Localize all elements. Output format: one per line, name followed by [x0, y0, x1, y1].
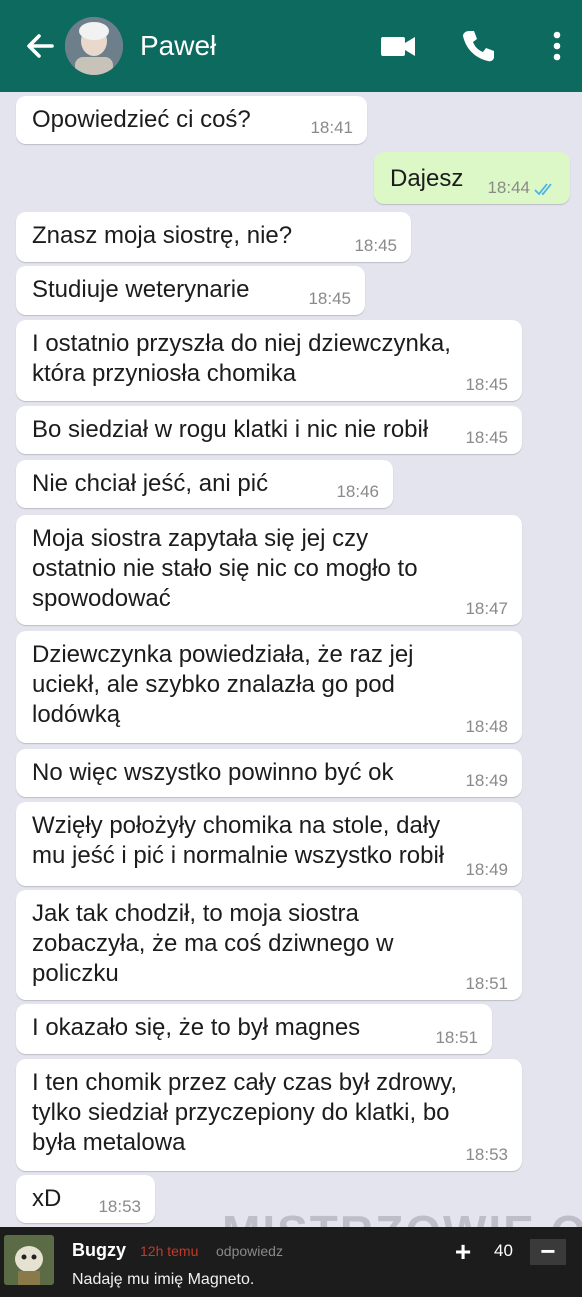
- message-time: 18:46: [336, 482, 379, 501]
- downvote-button[interactable]: −: [530, 1238, 566, 1265]
- message-time: 18:45: [308, 289, 351, 308]
- message-bubble[interactable]: I ostatnio przyszła do niej dziewczynka,…: [16, 320, 522, 401]
- message-bubble[interactable]: I ten chomik przez cały czas był zdrowy,…: [16, 1059, 522, 1171]
- phone-icon[interactable]: [458, 26, 498, 66]
- double-check-icon: [534, 183, 552, 196]
- message-text: Nie chciał jeść, ani pić: [32, 470, 269, 497]
- message-bubble[interactable]: Moja siostra zapytała się jej czy ostatn…: [16, 515, 522, 625]
- message-time: 18:51: [465, 974, 508, 993]
- message-time: 18:48: [465, 717, 508, 736]
- message-text: I ostatnio przyszła do niej dziewczynka,…: [32, 330, 451, 387]
- comment-text: Nadaję mu imię Magneto.: [72, 1271, 255, 1288]
- message-text: Bo siedział w rogu klatki i nic nie robi…: [32, 416, 429, 443]
- message-time: 18:49: [465, 860, 508, 879]
- commenter-username[interactable]: Bugzy: [72, 1240, 126, 1261]
- message-time: 18:47: [465, 599, 508, 618]
- message-time: 18:44: [487, 178, 530, 197]
- message-bubble[interactable]: I okazało się, że to był magnes 18:51: [16, 1004, 492, 1054]
- comment-time: 12h temu: [140, 1243, 199, 1259]
- avatar[interactable]: [65, 17, 123, 75]
- message-text: Wzięły położyły chomika na stole, dały m…: [32, 812, 445, 869]
- message-time: 18:45: [465, 428, 508, 447]
- message-time: 18:41: [310, 118, 353, 137]
- video-call-icon[interactable]: [378, 26, 418, 66]
- message-text: Znasz moja siostrę, nie?: [32, 222, 293, 249]
- message-time: 18:49: [465, 771, 508, 790]
- message-text: Moja siostra zapytała się jej czy ostatn…: [32, 525, 418, 612]
- message-time: 18:45: [354, 236, 397, 255]
- message-bubble-outgoing[interactable]: Dajesz 18:44: [374, 152, 570, 204]
- message-time: 18:45: [465, 375, 508, 394]
- message-text: Dziewczynka powiedziała, że raz jej ucie…: [32, 641, 414, 728]
- message-bubble[interactable]: Znasz moja siostrę, nie? 18:45: [16, 212, 411, 262]
- message-bubble[interactable]: Opowiedzieć ci coś? 18:41: [16, 96, 367, 144]
- comment-bar: Bugzy 12h temu odpowiedz Nadaję mu imię …: [0, 1227, 582, 1297]
- message-bubble[interactable]: No więc wszystko powinno być ok 18:49: [16, 749, 522, 797]
- message-time: 18:51: [435, 1028, 478, 1047]
- message-time-wrap: 18:44: [487, 178, 556, 198]
- back-arrow-icon[interactable]: [22, 28, 58, 64]
- message-text: No więc wszystko powinno być ok: [32, 759, 394, 786]
- message-bubble[interactable]: Nie chciał jeść, ani pić 18:46: [16, 460, 393, 508]
- message-time: 18:53: [98, 1197, 141, 1216]
- message-text: Opowiedzieć ci coś?: [32, 106, 251, 133]
- vote-count: 40: [494, 1241, 513, 1260]
- message-text: I ten chomik przez cały czas był zdrowy,…: [32, 1069, 458, 1156]
- chat-header: Paweł: [0, 0, 582, 92]
- message-bubble[interactable]: Jak tak chodził, to moja siostra zobaczy…: [16, 890, 522, 1000]
- message-bubble[interactable]: xD 18:53: [16, 1175, 155, 1223]
- contact-name[interactable]: Paweł: [140, 30, 216, 62]
- commenter-avatar[interactable]: [4, 1235, 54, 1285]
- upvote-button[interactable]: +: [446, 1237, 480, 1267]
- message-text: I okazało się, że to był magnes: [32, 1014, 361, 1041]
- message-time: 18:53: [465, 1145, 508, 1164]
- message-list[interactable]: Opowiedzieć ci coś? 18:41 Dajesz 18:44 Z…: [0, 92, 582, 1227]
- message-text: Jak tak chodził, to moja siostra zobaczy…: [32, 900, 394, 987]
- reply-link[interactable]: odpowiedz: [216, 1243, 283, 1259]
- message-text: Studiuje weterynarie: [32, 276, 250, 303]
- message-bubble[interactable]: Wzięły położyły chomika na stole, dały m…: [16, 802, 522, 886]
- message-bubble[interactable]: Bo siedział w rogu klatki i nic nie robi…: [16, 406, 522, 454]
- message-bubble[interactable]: Studiuje weterynarie 18:45: [16, 266, 365, 315]
- more-vert-icon[interactable]: [545, 26, 569, 66]
- message-bubble[interactable]: Dziewczynka powiedziała, że raz jej ucie…: [16, 631, 522, 743]
